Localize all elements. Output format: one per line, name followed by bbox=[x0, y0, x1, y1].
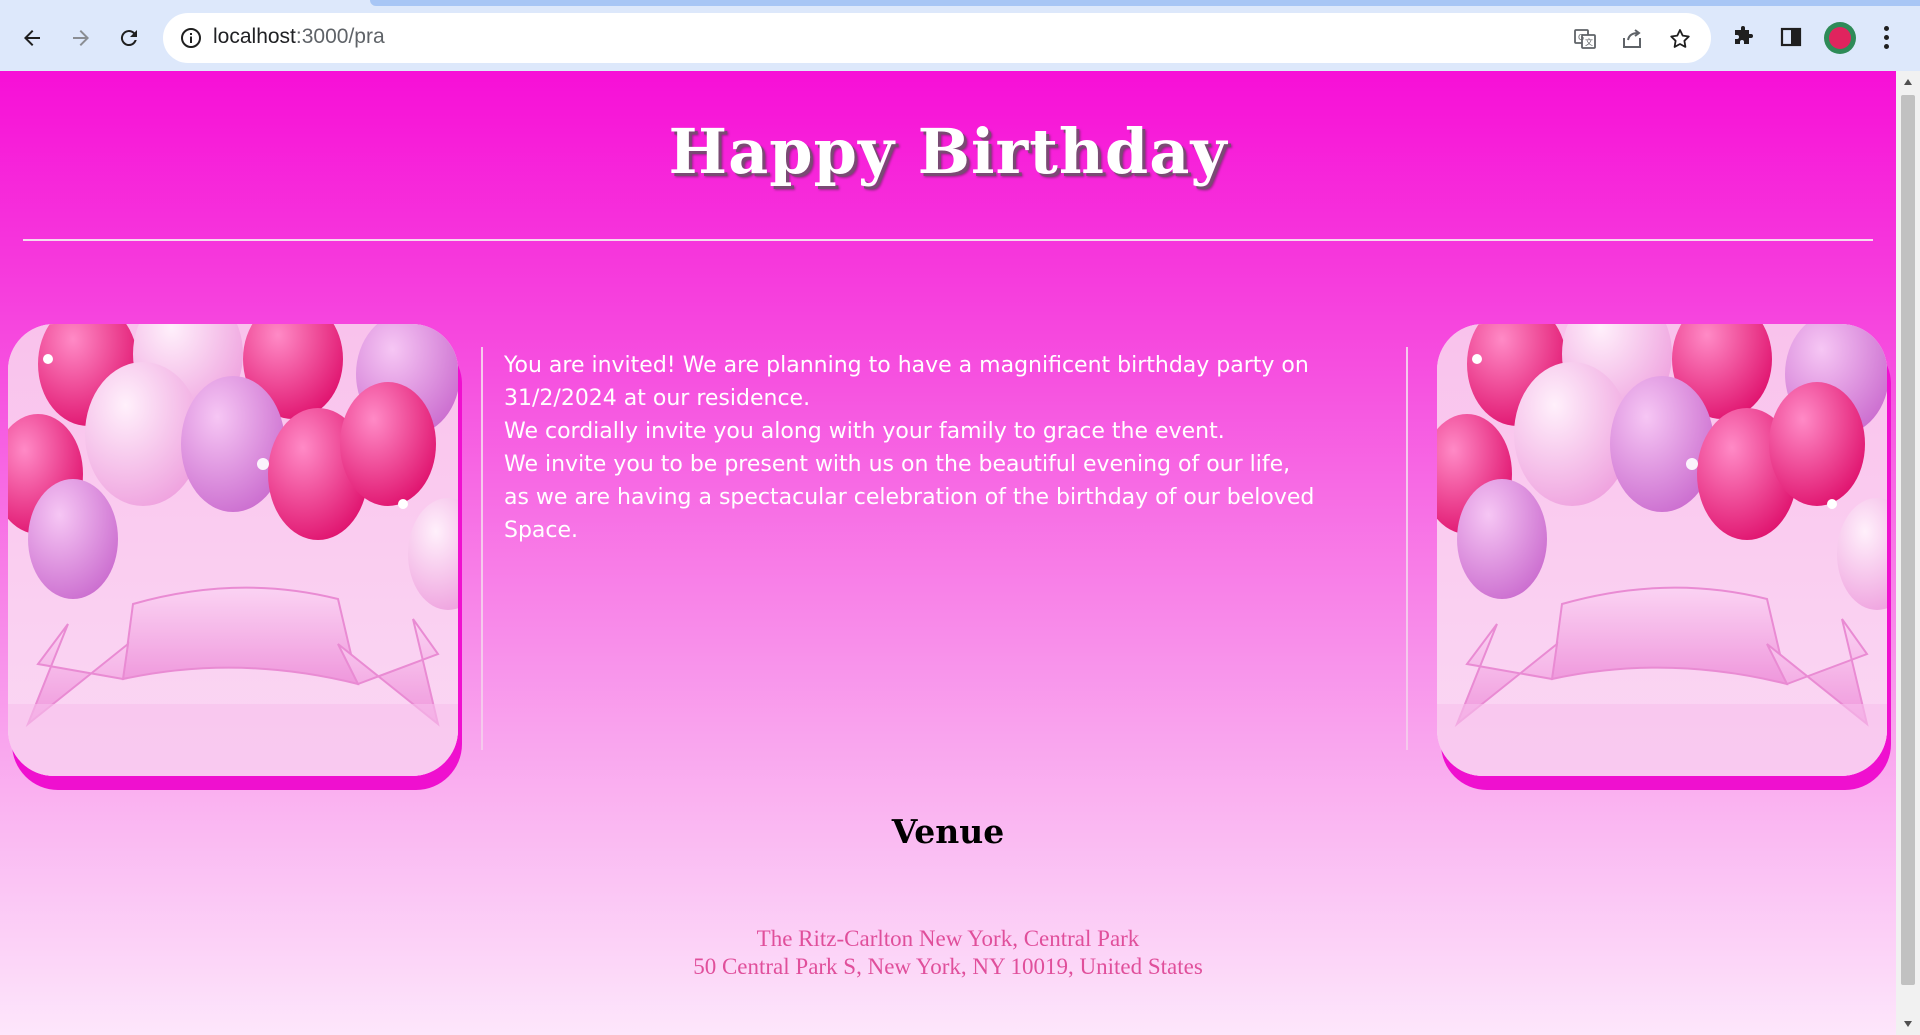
balloons-image-right bbox=[1437, 324, 1891, 790]
venue-heading: Venue bbox=[891, 812, 1005, 851]
menu-icon[interactable] bbox=[1874, 22, 1898, 52]
svg-text:文: 文 bbox=[1585, 37, 1593, 47]
url-host: localhost bbox=[213, 25, 296, 48]
profile-avatar[interactable] bbox=[1824, 22, 1856, 54]
venue-address-block: The Ritz-Carlton New York, Central Park … bbox=[0, 925, 1896, 981]
venue-name: The Ritz-Carlton New York, Central Park bbox=[756, 926, 1140, 951]
scrollbar-thumb[interactable] bbox=[1901, 95, 1915, 985]
forward-icon bbox=[73, 30, 89, 46]
page-title: Happy Birthday bbox=[668, 115, 1228, 188]
back-icon bbox=[24, 30, 40, 46]
url-path: :3000/pra bbox=[295, 25, 385, 48]
svg-text:G: G bbox=[1578, 33, 1584, 42]
extensions-icon[interactable] bbox=[1728, 22, 1758, 52]
invitation-line: 31/2/2024 at our residence. bbox=[504, 386, 811, 411]
info-icon[interactable] bbox=[179, 26, 203, 50]
invitation-text: You are invited! We are planning to have… bbox=[504, 349, 1344, 547]
url-text[interactable]: localhost:3000/pra bbox=[213, 25, 385, 49]
translate-icon[interactable]: G 文 bbox=[1571, 25, 1599, 53]
invitation-line: You are invited! We are planning to have… bbox=[504, 353, 1309, 378]
balloons-image-left bbox=[8, 324, 462, 790]
invitation-line: as we are having a spectacular celebrati… bbox=[504, 485, 1315, 510]
page-viewport: Happy Birthday You are invited! We are p… bbox=[0, 71, 1896, 1035]
bookmark-star-icon[interactable] bbox=[1666, 25, 1694, 53]
back-button[interactable] bbox=[14, 20, 50, 56]
tab-strip bbox=[370, 0, 1920, 6]
forward-button[interactable] bbox=[63, 20, 99, 56]
share-icon[interactable] bbox=[1618, 25, 1646, 53]
scroll-up-icon[interactable] bbox=[1896, 71, 1920, 93]
content-border-left bbox=[481, 347, 483, 750]
browser-toolbar: localhost:3000/pra G 文 bbox=[0, 0, 1920, 71]
title-divider bbox=[23, 239, 1873, 241]
invitation-line: Space. bbox=[504, 518, 579, 543]
invitation-line: We cordially invite you along with your … bbox=[504, 419, 1225, 444]
venue-address: 50 Central Park S, New York, NY 10019, U… bbox=[693, 954, 1203, 979]
reload-button[interactable] bbox=[111, 20, 147, 56]
scroll-down-icon[interactable] bbox=[1896, 1013, 1920, 1035]
invitation-line: We invite you to be present with us on t… bbox=[504, 452, 1291, 477]
address-bar[interactable]: localhost:3000/pra G 文 bbox=[163, 13, 1711, 63]
vertical-scrollbar[interactable] bbox=[1896, 71, 1920, 1035]
reload-icon bbox=[120, 30, 137, 47]
content-border-right bbox=[1406, 347, 1408, 750]
side-panel-icon[interactable] bbox=[1776, 22, 1806, 52]
